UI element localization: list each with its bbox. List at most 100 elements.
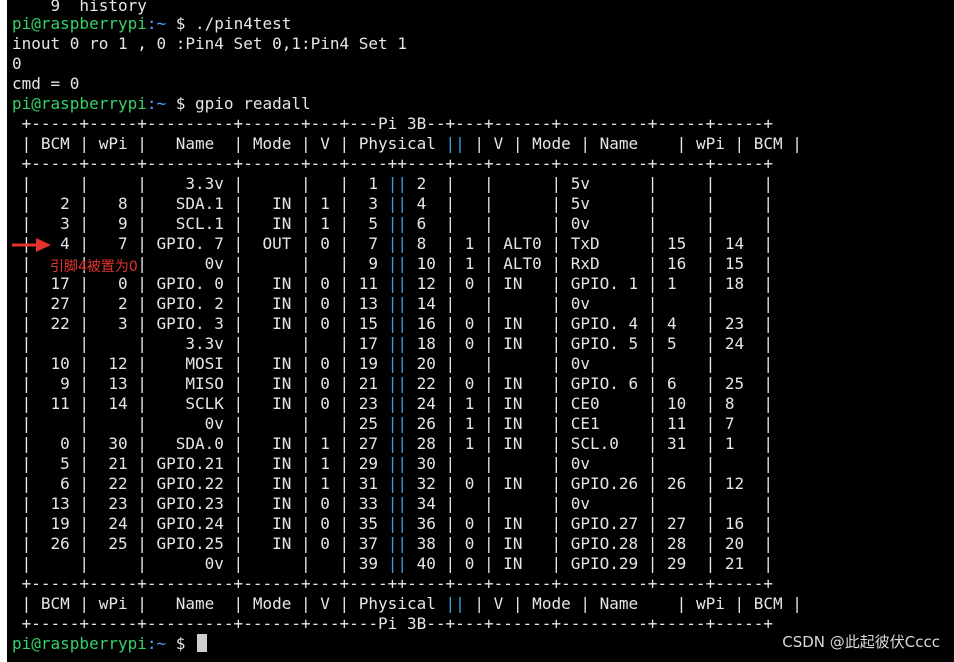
prompt-user: pi@raspberrypi bbox=[12, 634, 147, 653]
red-arrow-icon bbox=[12, 238, 51, 252]
command-text: gpio readall bbox=[195, 94, 311, 113]
window-left-edge bbox=[0, 0, 7, 662]
header-left: | BCM | wPi | Name | Mode | V | Physical bbox=[12, 134, 446, 153]
row-left: | | | 0v | | | 39 bbox=[12, 554, 388, 573]
table-row: | 3 | 9 | SCL.1 | IN | 1 | 5 || 6 | | | … bbox=[12, 214, 773, 234]
prompt-path: :~ bbox=[146, 634, 176, 653]
row-left: | 9 | 13 | MISO | IN | 0 | 21 bbox=[12, 374, 388, 393]
physical-separator: || bbox=[445, 134, 465, 153]
row-right: 4 | | | 5v | | | bbox=[406, 194, 773, 213]
table-row: | 5 | 21 | GPIO.21 | IN | 1 | 29 || 30 |… bbox=[12, 454, 773, 474]
row-left: | 22 | 3 | GPIO. 3 | IN | 0 | 15 bbox=[12, 314, 388, 333]
physical-separator: || bbox=[387, 354, 407, 373]
header-right: | V | Mode | Name | wPi | BCM | bbox=[464, 594, 802, 613]
physical-separator: || bbox=[387, 194, 407, 213]
output-line-3: cmd = 0 bbox=[12, 74, 80, 93]
table-row: | 22 | 3 | GPIO. 3 | IN | 0 | 15 || 16 |… bbox=[12, 314, 773, 334]
row-left: | 6 | 22 | GPIO.22 | IN | 1 | 31 bbox=[12, 474, 388, 493]
table-row: | 19 | 24 | GPIO.24 | IN | 0 | 35 || 36 … bbox=[12, 514, 773, 534]
row-right: 2 | | | 5v | | | bbox=[406, 174, 773, 193]
physical-separator: || bbox=[387, 434, 407, 453]
row-left: | | | 3.3v | | | 17 bbox=[12, 334, 388, 353]
text-cursor bbox=[197, 634, 208, 652]
row-left: | 5 | 21 | GPIO.21 | IN | 1 | 29 bbox=[12, 454, 388, 473]
row-left: | | | 3.3v | | | 1 bbox=[12, 174, 388, 193]
row-right: 30 | | | 0v | | | bbox=[406, 454, 773, 473]
row-right: 8 | 1 | ALT0 | TxD | 15 | 14 | bbox=[406, 234, 773, 253]
annotation-note: 引脚4被置为0 bbox=[50, 259, 138, 275]
row-left: | 26 | 25 | GPIO.25 | IN | 0 | 37 bbox=[12, 534, 388, 553]
table-row: | 17 | 0 | GPIO. 0 | IN | 0 | 11 || 12 |… bbox=[12, 274, 773, 294]
physical-separator: || bbox=[387, 414, 407, 433]
csdn-watermark: CSDN @此起彼伏Cccc bbox=[782, 633, 940, 651]
row-left: | 2 | 8 | SDA.1 | IN | 1 | 3 bbox=[12, 194, 388, 213]
row-right: 10 | 1 | ALT0 | RxD | 16 | 15 | bbox=[406, 254, 773, 273]
row-left: | 17 | 0 | GPIO. 0 | IN | 0 | 11 bbox=[12, 274, 388, 293]
row-right: 34 | | | 0v | | | bbox=[406, 494, 773, 513]
physical-separator: || bbox=[387, 514, 407, 533]
row-left: | 11 | 14 | SCLK | IN | 0 | 23 bbox=[12, 394, 388, 413]
row-right: 22 | 0 | IN | GPIO. 6 | 6 | 25 | bbox=[406, 374, 773, 393]
physical-separator: || bbox=[387, 294, 407, 313]
prompt-user: pi@raspberrypi bbox=[12, 94, 147, 113]
row-left: | 3 | 9 | SCL.1 | IN | 1 | 5 bbox=[12, 214, 388, 233]
prompt-path: :~ bbox=[146, 94, 176, 113]
row-left: | 27 | 2 | GPIO. 2 | IN | 0 | 13 bbox=[12, 294, 388, 313]
prompt-user: pi@raspberrypi bbox=[12, 14, 147, 33]
table-row: | 9 | 13 | MISO | IN | 0 | 21 || 22 | 0 … bbox=[12, 374, 773, 394]
physical-separator: || bbox=[387, 394, 407, 413]
table-row: | | | 0v | | | 25 || 26 | 1 | IN | CE1 |… bbox=[12, 414, 773, 434]
row-right: 12 | 0 | IN | GPIO. 1 | 1 | 18 | bbox=[406, 274, 773, 293]
row-left: | 10 | 12 | MOSI | IN | 0 | 19 bbox=[12, 354, 388, 373]
row-right: 38 | 0 | IN | GPIO.28 | 28 | 20 | bbox=[406, 534, 773, 553]
command-line-3[interactable]: pi@raspberrypi:~ $ bbox=[12, 634, 208, 654]
physical-separator: || bbox=[387, 254, 407, 273]
prompt-symbol: $ bbox=[175, 94, 196, 113]
output-line-2: 0 bbox=[12, 54, 22, 73]
command-line-1: pi@raspberrypi:~ $ ./pin4test bbox=[12, 14, 291, 34]
table-footer-header: | BCM | wPi | Name | Mode | V | Physical… bbox=[12, 594, 802, 614]
row-left: | 13 | 23 | GPIO.23 | IN | 0 | 33 bbox=[12, 494, 388, 513]
physical-separator: || bbox=[387, 474, 407, 493]
header-left: | BCM | wPi | Name | Mode | V | Physical bbox=[12, 594, 446, 613]
prompt-symbol: $ bbox=[175, 634, 196, 653]
row-left: | 0 | 30 | SDA.0 | IN | 1 | 27 bbox=[12, 434, 388, 453]
output-line-1: inout 0 ro 1 , 0 :Pin4 Set 0,1:Pin4 Set … bbox=[12, 34, 407, 53]
table-border-mid-bottom: +-----+-----+---------+------+---+----++… bbox=[12, 574, 773, 593]
row-left: | 19 | 24 | GPIO.24 | IN | 0 | 35 bbox=[12, 514, 388, 533]
table-border-bottom: +-----+-----+---------+------+---+---Pi … bbox=[12, 614, 773, 633]
table-row: | 4 | 7 | GPIO. 7 | OUT | 0 | 7 || 8 | 1… bbox=[12, 234, 773, 254]
table-row: | 27 | 2 | GPIO. 2 | IN | 0 | 13 || 14 |… bbox=[12, 294, 773, 314]
prompt-path: :~ bbox=[146, 14, 176, 33]
table-row: | 6 | 22 | GPIO.22 | IN | 1 | 31 || 32 |… bbox=[12, 474, 773, 494]
row-right: 6 | | | 0v | | | bbox=[406, 214, 773, 233]
row-right: 24 | 1 | IN | CE0 | 10 | 8 | bbox=[406, 394, 773, 413]
table-row: | 0 | 30 | SDA.0 | IN | 1 | 27 || 28 | 1… bbox=[12, 434, 773, 454]
table-row: | 11 | 14 | SCLK | IN | 0 | 23 || 24 | 1… bbox=[12, 394, 773, 414]
command-text: ./pin4test bbox=[195, 14, 292, 33]
table-row: | 26 | 25 | GPIO.25 | IN | 0 | 37 || 38 … bbox=[12, 534, 773, 554]
table-header: | BCM | wPi | Name | Mode | V | Physical… bbox=[12, 134, 802, 154]
header-right: | V | Mode | Name | wPi | BCM | bbox=[464, 134, 802, 153]
row-right: 40 | 0 | IN | GPIO.29 | 29 | 21 | bbox=[406, 554, 773, 573]
physical-separator: || bbox=[387, 554, 407, 573]
table-row: | | | 3.3v | | | 1 || 2 | | | 5v | | | bbox=[12, 174, 773, 194]
table-border-top: +-----+-----+---------+------+---+---Pi … bbox=[12, 114, 773, 133]
physical-separator: || bbox=[387, 214, 407, 233]
physical-separator: || bbox=[445, 594, 465, 613]
row-right: 14 | | | 0v | | | bbox=[406, 294, 773, 313]
table-border-mid: +-----+-----+---------+------+---+----++… bbox=[12, 154, 773, 173]
physical-separator: || bbox=[387, 494, 407, 513]
row-left: | 4 | 7 | GPIO. 7 | OUT | 0 | 7 bbox=[12, 234, 388, 253]
row-right: 36 | 0 | IN | GPIO.27 | 27 | 16 | bbox=[406, 514, 773, 533]
row-right: 26 | 1 | IN | CE1 | 11 | 7 | bbox=[406, 414, 773, 433]
table-row: | | | 3.3v | | | 17 || 18 | 0 | IN | GPI… bbox=[12, 334, 773, 354]
row-left: | | | 0v | | | 25 bbox=[12, 414, 388, 433]
physical-separator: || bbox=[387, 234, 407, 253]
row-right: 32 | 0 | IN | GPIO.26 | 26 | 12 | bbox=[406, 474, 773, 493]
row-right: 28 | 1 | IN | SCL.0 | 31 | 1 | bbox=[406, 434, 773, 453]
physical-separator: || bbox=[387, 174, 407, 193]
physical-separator: || bbox=[387, 274, 407, 293]
prompt-symbol: $ bbox=[175, 14, 196, 33]
table-row: | | | 0v | | | 39 || 40 | 0 | IN | GPIO.… bbox=[12, 554, 773, 574]
